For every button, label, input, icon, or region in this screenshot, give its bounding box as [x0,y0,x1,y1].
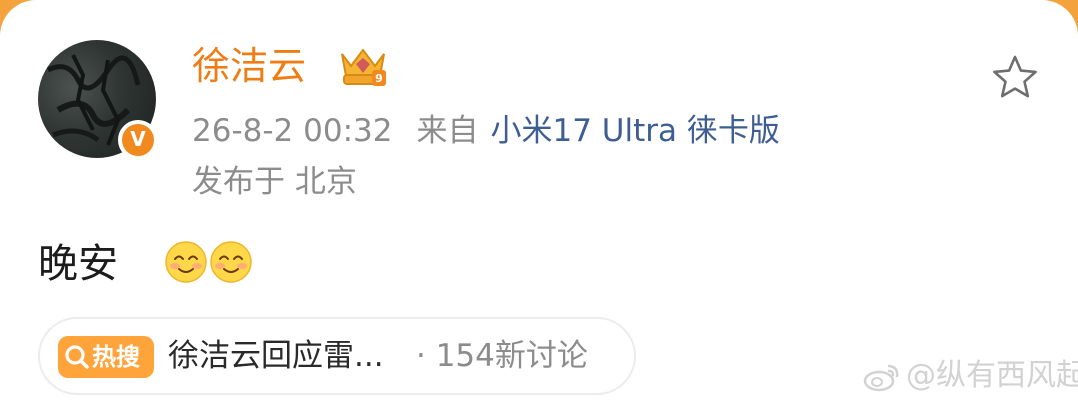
avatar[interactable]: V [38,40,158,160]
star-outline-icon[interactable] [990,52,1040,102]
post-meta: 26-8-2 00:32 来自 小米17 Ultra 徕卡版 [192,110,780,152]
verified-badge-icon: V [118,120,158,160]
post-text: 晚安 [38,241,118,287]
hot-search-label: 热搜 [92,343,140,371]
smiling-face-emoji-icon [165,241,207,283]
device-link[interactable]: 小米17 Ultra 徕卡版 [490,113,779,149]
watermark-text: @纵有西风起 [906,358,1078,393]
source-label: 来自 [416,113,479,149]
hot-topic-title: 徐洁云回应雷... [168,338,384,374]
hot-topic-link[interactable]: 热搜 徐洁云回应雷... · 154新讨论 [38,317,636,395]
hot-search-badge: 热搜 [58,336,154,378]
hot-topic-count: · 154新讨论 [416,338,588,374]
weibo-icon [863,364,899,391]
post-location: 发布于 北京 [192,164,357,200]
post-card: V 徐洁云 9 26-8-2 00:32 来自 小米17 Ultra 徕卡版 发布于… [0,0,1078,401]
post-timestamp: 26-8-2 00:32 [192,113,393,149]
search-icon [65,345,89,369]
crown-badge-icon[interactable]: 9 [334,44,392,90]
smiling-face-emoji-icon [210,241,252,283]
watermark: @纵有西风起 [862,356,1078,396]
svg-text:9: 9 [375,72,383,85]
username[interactable]: 徐洁云 [192,42,306,90]
